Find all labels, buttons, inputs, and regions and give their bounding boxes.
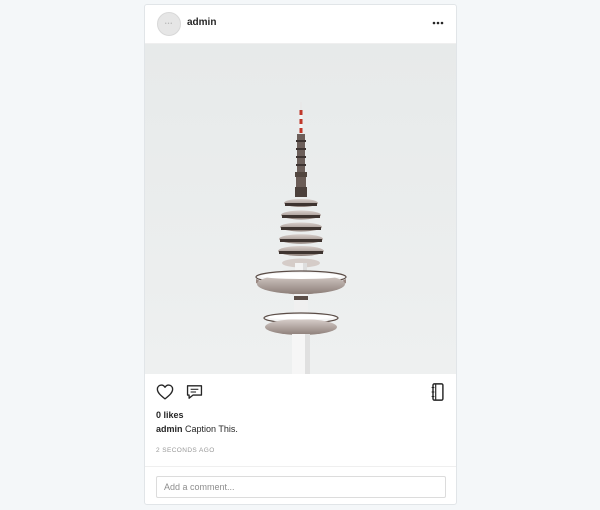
avatar-placeholder-icon: ••• — [164, 20, 174, 27]
bookmark-button[interactable] — [429, 382, 445, 402]
caption: admin Caption This. — [156, 424, 238, 434]
avatar[interactable]: ••• — [157, 12, 181, 36]
comment-icon — [186, 385, 202, 399]
post-timestamp: 2 seconds ago — [156, 447, 215, 454]
caption-username[interactable]: admin — [156, 424, 183, 434]
post-image[interactable] — [145, 44, 456, 374]
caption-text: Caption This. — [185, 424, 238, 434]
tower-image — [145, 44, 456, 374]
bookmark-icon — [431, 383, 444, 401]
add-comment-input[interactable] — [156, 476, 446, 498]
more-options-button[interactable] — [430, 13, 446, 33]
heart-icon — [156, 384, 174, 400]
post-card: ••• admin 0 likes admin Caption This. 2 … — [144, 4, 457, 505]
post-username[interactable]: admin — [187, 17, 216, 28]
post-actions — [145, 382, 456, 402]
post-header: ••• admin — [145, 5, 456, 44]
likes-count[interactable]: 0 likes — [156, 410, 184, 420]
more-options-icon — [432, 21, 444, 25]
comment-button[interactable] — [184, 382, 204, 402]
divider — [145, 466, 456, 467]
like-button[interactable] — [155, 382, 175, 402]
